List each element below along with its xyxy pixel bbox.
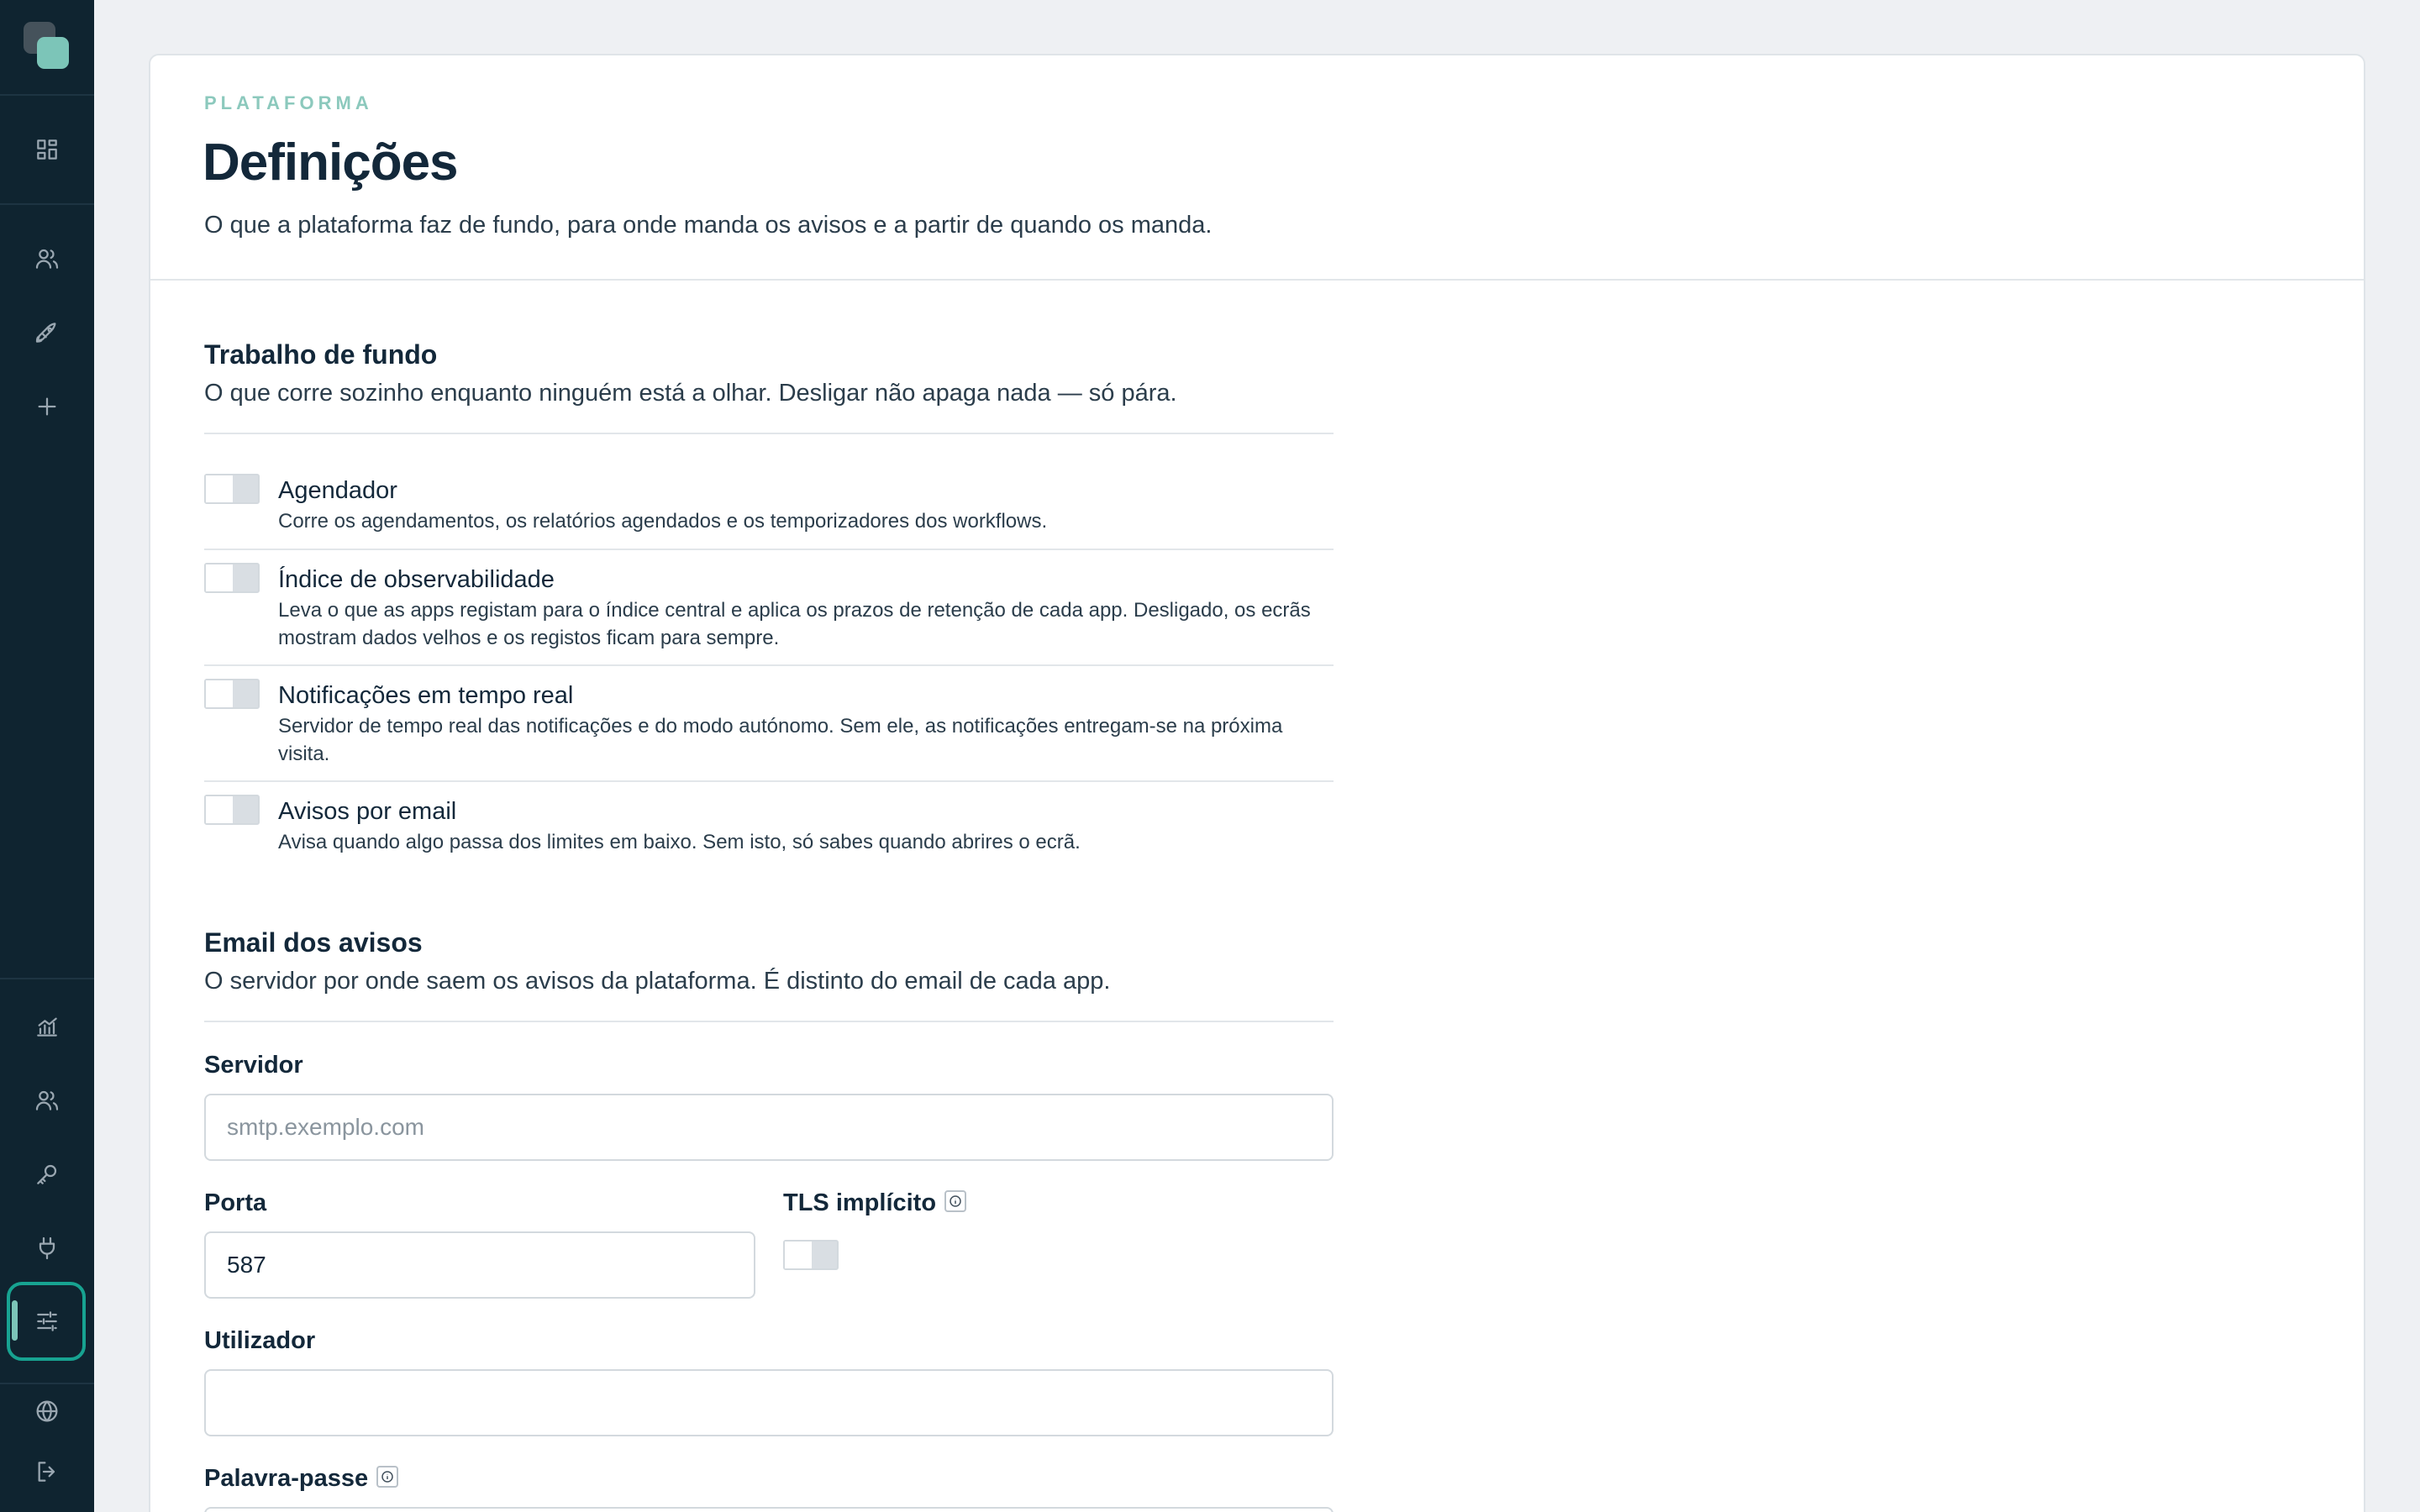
user-input[interactable] <box>204 1369 1334 1436</box>
server-input[interactable] <box>204 1094 1334 1161</box>
sidebar-item-settings[interactable] <box>27 1301 67 1341</box>
section-desc-email: O servidor por onde saem os avisos da pl… <box>204 968 1111 995</box>
sidebar-item-logout[interactable] <box>27 1452 67 1492</box>
plus-icon <box>38 397 56 416</box>
key-icon <box>37 1164 57 1184</box>
sidebar-item-keys[interactable] <box>27 1154 67 1194</box>
info-icon[interactable] <box>376 1466 399 1488</box>
sidebar-divider <box>0 978 94 979</box>
option-description: Avisa quando algo passa dos limites em b… <box>278 831 1081 853</box>
option-description: Leva o que as apps registam para o índic… <box>278 599 1311 649</box>
password-label: Palavra-passe <box>204 1465 369 1492</box>
page-title: Definições <box>203 134 459 192</box>
sidebar-item-add[interactable] <box>27 386 67 427</box>
section-title-background: Trabalho de fundo <box>204 339 438 370</box>
plug-icon <box>39 1236 55 1260</box>
page-header: PLATAFORMA Definições O que a plataforma… <box>150 55 2364 281</box>
tls-label: TLS implícito <box>783 1189 937 1216</box>
sidebar-item-language[interactable] <box>27 1391 67 1431</box>
toggle-agendador[interactable] <box>204 474 260 504</box>
password-label-row: Palavra-passe <box>204 1465 399 1493</box>
toggle-indice-observabilidade[interactable] <box>204 563 260 593</box>
section-desc-background: O que corre sozinho enquanto ninguém est… <box>204 380 1177 407</box>
option-description: Corre os agendamentos, os relatórios age… <box>278 510 1048 533</box>
sidebar-item-team[interactable] <box>27 1080 67 1121</box>
info-icon[interactable] <box>944 1190 967 1213</box>
option-description: Servidor de tempo real das notificações … <box>278 715 1283 765</box>
sidebar-item-users[interactable] <box>27 239 67 279</box>
toggle-avisos-email[interactable] <box>204 795 260 825</box>
sidebar-item-deploy[interactable] <box>27 312 67 353</box>
user-label: Utilizador <box>204 1327 316 1354</box>
sidebar-item-dashboard[interactable] <box>27 129 67 170</box>
sidebar-divider <box>0 94 94 96</box>
section-divider <box>204 1021 1334 1022</box>
logout-icon <box>38 1462 55 1482</box>
page-eyebrow: PLATAFORMA <box>204 92 373 113</box>
sidebar-active-indicator <box>12 1300 18 1341</box>
section-title-email: Email dos avisos <box>204 927 423 958</box>
analytics-icon <box>37 1017 57 1037</box>
port-input[interactable] <box>204 1231 755 1299</box>
option-divider <box>204 780 1334 782</box>
team-icon <box>35 1090 59 1110</box>
option-divider <box>204 664 1334 666</box>
page-subtitle: O que a plataforma faz de fundo, para on… <box>204 212 1213 239</box>
toggle-notificacoes-tempo-real[interactable] <box>204 679 260 709</box>
option-title: Notificações em tempo real <box>278 682 574 709</box>
sidebar-divider <box>0 203 94 205</box>
toggle-tls-implicito[interactable] <box>783 1240 839 1270</box>
rocket-icon <box>35 323 56 343</box>
option-title: Avisos por email <box>278 798 457 825</box>
section-divider <box>204 433 1334 434</box>
option-title: Agendador <box>278 477 397 504</box>
globe-icon <box>36 1400 58 1422</box>
dashboard-icon <box>37 139 57 160</box>
settings-sliders-icon <box>37 1311 57 1331</box>
option-divider <box>204 549 1334 550</box>
port-label: Porta <box>204 1189 267 1216</box>
sidebar-divider <box>0 1383 94 1384</box>
option-title: Índice de observabilidade <box>278 566 555 593</box>
settings-card: PLATAFORMA Definições O que a plataforma… <box>149 54 2365 1512</box>
sidebar <box>0 0 94 1512</box>
users-icon <box>35 249 59 269</box>
tls-label-row: TLS implícito <box>783 1189 967 1217</box>
sidebar-item-analytics[interactable] <box>27 1006 67 1047</box>
server-label: Servidor <box>204 1052 303 1079</box>
app-logo[interactable] <box>24 22 71 71</box>
password-input[interactable] <box>204 1507 1334 1512</box>
sidebar-item-integrations[interactable] <box>27 1228 67 1268</box>
